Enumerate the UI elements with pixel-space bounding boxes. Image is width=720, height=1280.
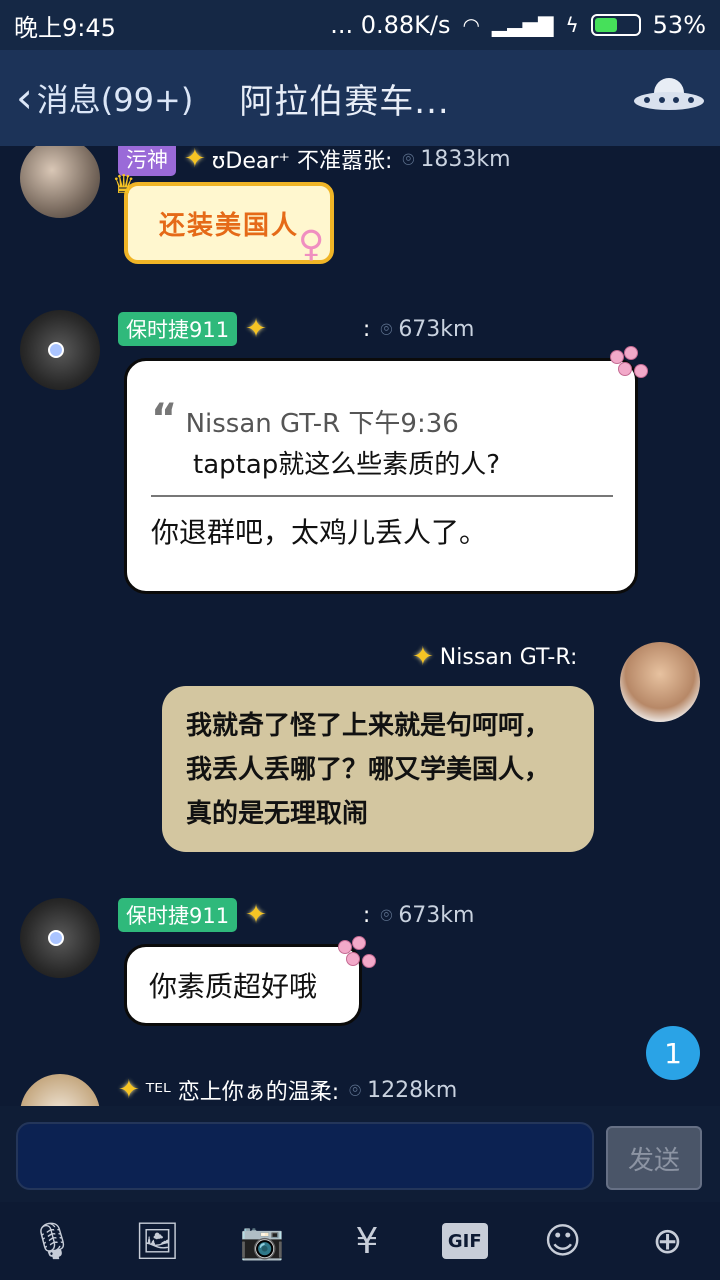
message-meta: ✦ Nissan GT-R: (412, 642, 577, 672)
sender-name: : (362, 902, 371, 928)
message-text: 你素质超好哦 (149, 970, 318, 1003)
input-bar: 发送 (0, 1106, 720, 1202)
message-text: 你退群吧，太鸡儿丢人了。 (151, 516, 488, 549)
battery-icon (590, 14, 641, 36)
location-pin-icon: ⌾ (380, 903, 393, 927)
distance: 1228km (367, 1077, 458, 1103)
status-bar: 晚上9:45 ... 0.88K/s ◠ ▂▃▅▇ ϟ 53% (0, 0, 720, 50)
microphone-icon[interactable]: 🎙 (22, 1211, 82, 1271)
location-pin-icon: ⌾ (402, 147, 415, 171)
message-text: 我就奇了怪了上来就是句呵呵，我丢人丢哪了？哪又学美国人，真的是无理取闹 (186, 711, 551, 829)
ufo-icon[interactable] (634, 78, 704, 118)
send-button[interactable]: 发送 (606, 1126, 702, 1190)
message-bubble[interactable]: 我就奇了怪了上来就是句呵呵，我丢人丢哪了？哪又学美国人，真的是无理取闹 (162, 686, 594, 852)
avatar[interactable] (20, 310, 100, 390)
message-meta: 保时捷911 ✦ : ⌾ 673km (118, 312, 474, 346)
message-meta: 污神 ✦ ʊDear⁺ 不准嚣张: ⌾ 1833km (118, 146, 511, 176)
message-meta: ✦ ᵀᴱᴸ 恋上你ぁ的温柔: ⌾ 1228km (118, 1074, 457, 1106)
emoji-icon[interactable]: ☺ (533, 1211, 593, 1271)
user-tag: 保时捷911 (118, 312, 238, 346)
toolbar: 🎙 🖼 📷 ¥ GIF ☺ ⊕ (0, 1202, 720, 1280)
location-pin-icon: ⌾ (380, 317, 393, 341)
distance: 673km (398, 316, 475, 342)
battery-percent: 53% (652, 11, 706, 39)
nav-bar: ‹ 消息(99+) 阿拉伯赛车... (0, 50, 720, 146)
quote-divider (151, 495, 613, 497)
network-speed: ... 0.88K/s (330, 11, 451, 39)
quote-text: taptap就这么些素质的人? (193, 450, 501, 480)
star-icon: ✦ (184, 146, 206, 174)
message-bubble[interactable]: “ Nissan GT-R 下午9:36 taptap就这么些素质的人? 你退群… (124, 358, 638, 594)
page-title: 阿拉伯赛车... (239, 81, 450, 122)
gif-icon[interactable]: GIF (441, 1223, 488, 1259)
chat-list[interactable]: 污神 ✦ ʊDear⁺ 不准嚣张: ⌾ 1833km 还装美国人 ♛ ♀ 保时捷… (0, 146, 720, 1106)
unread-count: 1 (664, 1036, 682, 1070)
message-bubble[interactable]: 你素质超好哦 (124, 944, 362, 1026)
flower-icon (332, 936, 382, 976)
anime-girl-icon: ♀ (298, 224, 325, 265)
sticker-text: 还装美国人 (158, 210, 299, 241)
image-icon[interactable]: 🖼 (127, 1211, 187, 1271)
plus-icon[interactable]: ⊕ (637, 1211, 697, 1271)
distance: 1833km (420, 146, 511, 172)
star-icon: ✦ (245, 900, 267, 930)
avatar[interactable] (20, 1074, 100, 1106)
wifi-icon: ◠ (462, 13, 480, 37)
chevron-left-icon: ‹ (16, 73, 33, 122)
star-icon: ✦ (118, 1075, 140, 1105)
camera-icon[interactable]: 📷 (232, 1211, 292, 1271)
avatar[interactable] (620, 642, 700, 722)
star-icon: ✦ (245, 314, 267, 344)
avatar[interactable] (20, 898, 100, 978)
star-icon: ✦ (412, 642, 434, 672)
sender-name: : (362, 316, 371, 342)
charging-icon: ϟ (565, 13, 579, 37)
user-tag: 保时捷911 (118, 898, 238, 932)
sender-name: Nissan GT-R: (439, 644, 578, 670)
signal-icon: ▂▃▅▇ (491, 13, 554, 37)
back-button[interactable]: ‹ 消息(99+) (16, 75, 193, 121)
crown-icon: ♛ (112, 170, 136, 200)
status-icons: ... 0.88K/s ◠ ▂▃▅▇ ϟ 53% (330, 11, 706, 39)
quote-icon: “ (151, 396, 178, 442)
message-input[interactable] (16, 1122, 594, 1190)
avatar[interactable] (20, 146, 100, 218)
status-time: 晚上9:45 (14, 13, 116, 42)
red-packet-icon[interactable]: ¥ (337, 1211, 397, 1271)
location-pin-icon: ⌾ (349, 1078, 362, 1102)
back-label: 消息(99+) (36, 81, 194, 119)
sender-name: ʊDear⁺ 不准嚣张: (211, 149, 393, 174)
quoted-message: “ Nissan GT-R 下午9:36 taptap就这么些素质的人? (151, 399, 613, 481)
quote-sender: Nissan GT-R 下午9:36 (185, 409, 459, 439)
sender-name: ᵀᴱᴸ 恋上你ぁ的温柔: (145, 1080, 340, 1105)
flower-icon (604, 346, 654, 386)
unread-badge[interactable]: 1 (646, 1026, 700, 1080)
message-meta: 保时捷911 ✦ : ⌾ 673km (118, 898, 474, 932)
distance: 673km (398, 902, 475, 928)
